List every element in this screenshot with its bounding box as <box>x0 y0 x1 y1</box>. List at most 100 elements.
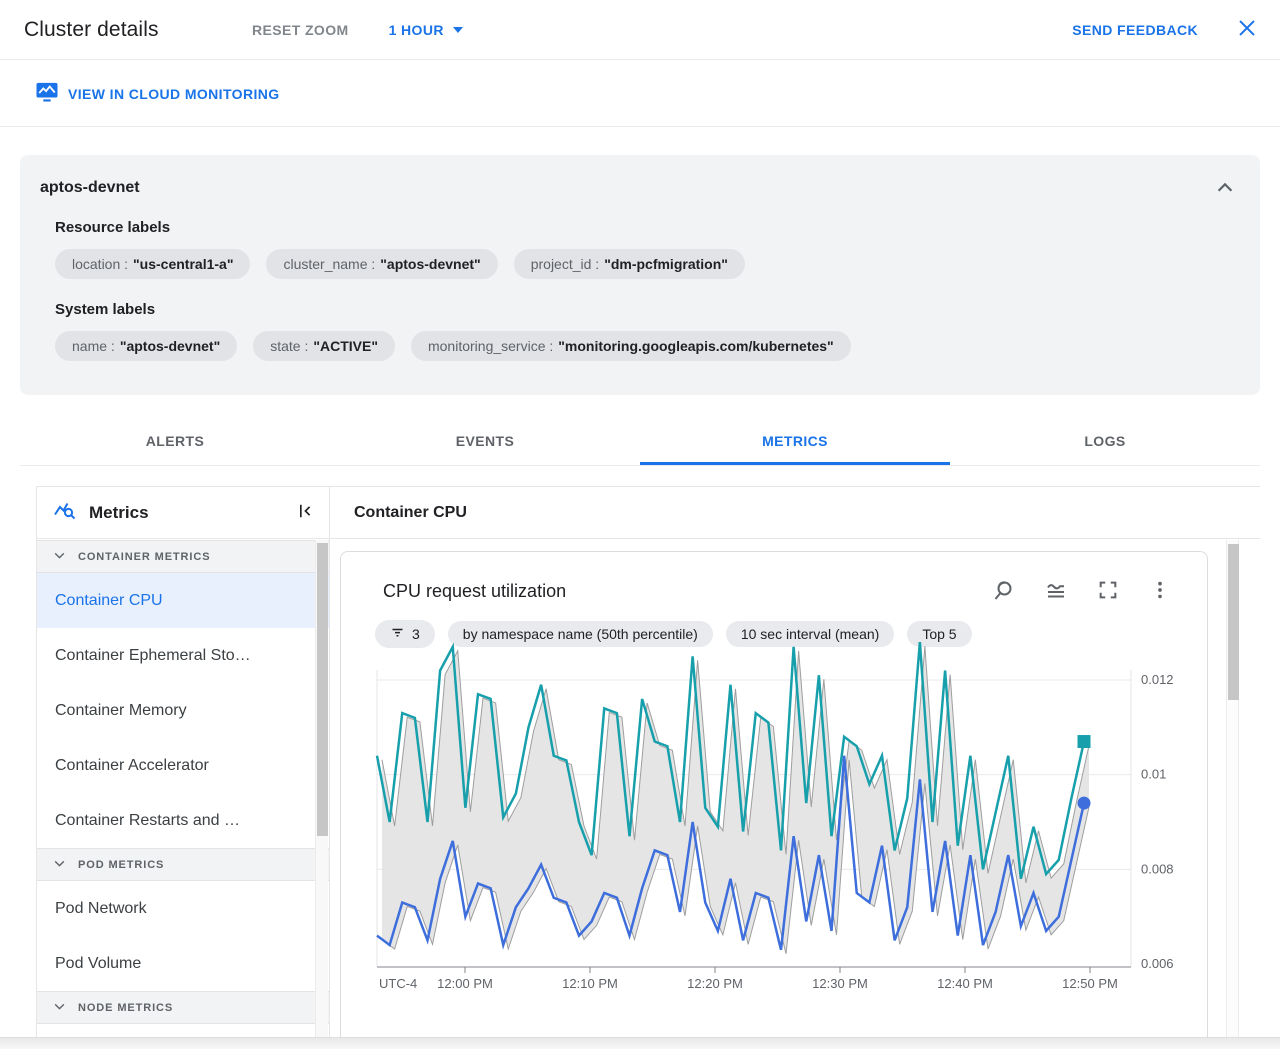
view-in-cloud-monitoring-link[interactable]: VIEW IN CLOUD MONITORING <box>36 82 280 106</box>
resource-labels-title: Resource labels <box>55 219 171 236</box>
chart-options-button[interactable] <box>1043 578 1069 604</box>
time-range-dropdown[interactable]: 1 HOUR <box>387 16 465 44</box>
chevron-down-icon <box>53 549 66 565</box>
metrics-search-icon <box>53 498 77 527</box>
chevron-down-icon <box>53 857 66 873</box>
label-key: location : <box>72 256 129 272</box>
chevron-down-icon <box>53 1000 66 1016</box>
label-value: "ACTIVE" <box>313 338 378 354</box>
main-scrollbar[interactable] <box>1226 540 1239 1037</box>
sidebar-item-container-restarts-and[interactable]: Container Restarts and … <box>37 793 329 848</box>
chevron-up-icon <box>1214 182 1236 202</box>
metrics-group-header[interactable]: POD METRICS <box>37 848 329 881</box>
cluster-details-dialog: Cluster details RESET ZOOM 1 HOUR SEND F… <box>0 0 1280 1049</box>
label-value: "aptos-devnet" <box>119 338 221 354</box>
metrics-content: Metrics CONTAINER METRICS Container CPU Co… <box>36 486 1260 1038</box>
tab-events[interactable]: EVENTS <box>330 420 640 465</box>
axis-tick-label: 0.006 <box>1141 956 1174 971</box>
dialog-header: Cluster details RESET ZOOM 1 HOUR SEND F… <box>0 0 1280 60</box>
chart-toolbar <box>991 578 1173 604</box>
label-chip: cluster_name : "aptos-devnet" <box>266 249 498 279</box>
axis-tick-label: 0.012 <box>1141 672 1174 687</box>
sidebar-item-pod-volume[interactable]: Pod Volume <box>37 936 329 991</box>
cpu-utilization-chart[interactable]: UTC-4 12:00 PM 12:10 PM 12:20 PM 12:30 PM 12:… <box>341 642 1209 992</box>
metrics-group-label: NODE METRICS <box>78 1001 174 1014</box>
zoom-reset-button[interactable] <box>991 578 1017 604</box>
detail-tabs: ALERTS EVENTS METRICS LOGS <box>20 420 1260 466</box>
caret-down-icon <box>452 26 463 33</box>
label-chip: name : "aptos-devnet" <box>55 331 238 361</box>
label-key: project_id : <box>530 256 600 272</box>
metrics-group-label: CONTAINER METRICS <box>78 550 211 563</box>
sidebar-header: Metrics <box>37 487 329 539</box>
sidebar-scrollbar[interactable] <box>315 540 328 1037</box>
metrics-group-header[interactable]: NODE METRICS <box>37 991 329 1024</box>
metrics-sidebar: Metrics CONTAINER METRICS Container CPU Co… <box>36 486 330 1037</box>
panel-collapse-button[interactable] <box>1214 177 1236 202</box>
label-chip: state : "ACTIVE" <box>253 331 395 361</box>
system-labels-title: System labels <box>55 301 156 318</box>
cluster-info-panel: aptos-devnet Resource labels location : "… <box>20 155 1260 395</box>
filter-icon <box>390 625 405 643</box>
axis-tick-label: 12:30 PM <box>812 976 868 991</box>
tab-alerts[interactable]: ALERTS <box>20 420 330 465</box>
close-button[interactable] <box>1234 17 1260 43</box>
axis-tick-label: 12:10 PM <box>562 976 618 991</box>
chart-options-icon <box>1044 578 1068 605</box>
window-bottom-edge <box>0 1037 1280 1049</box>
metric-detail-pane: Container CPU CPU request utilization 3 … <box>330 486 1260 1038</box>
view-in-cloud-monitoring-label: VIEW IN CLOUD MONITORING <box>68 85 280 102</box>
close-icon <box>1236 17 1258 42</box>
axis-tick-label: 12:40 PM <box>937 976 993 991</box>
monitoring-link-row: VIEW IN CLOUD MONITORING <box>0 61 1280 127</box>
chart-card: CPU request utilization 3 by namespace n… <box>340 551 1208 1038</box>
filter-count: 3 <box>412 626 420 642</box>
fullscreen-button[interactable] <box>1095 578 1121 604</box>
tab-logs[interactable]: LOGS <box>950 420 1260 465</box>
collapse-panel-icon <box>295 504 315 524</box>
system-labels-chips: name : "aptos-devnet" state : "ACTIVE" monit… <box>55 331 1240 361</box>
sidebar-title: Metrics <box>89 502 149 522</box>
label-key: state : <box>270 338 309 354</box>
axis-tick-label: 0.008 <box>1141 861 1174 876</box>
metrics-group-header[interactable]: CONTAINER METRICS <box>37 540 329 573</box>
chart-card-header: CPU request utilization <box>341 552 1207 604</box>
sidebar-item-container-accelerator[interactable]: Container Accelerator <box>37 738 329 793</box>
metrics-group-label: POD METRICS <box>78 858 165 871</box>
sidebar-item-container-cpu[interactable]: Container CPU <box>37 573 329 628</box>
sidebar-item-container-ephemeral-sto[interactable]: Container Ephemeral Sto… <box>37 628 329 683</box>
reset-zoom-button[interactable]: RESET ZOOM <box>250 16 351 44</box>
axis-tick-label: UTC-4 <box>379 976 417 991</box>
label-key: monitoring_service : <box>427 338 554 354</box>
axis-tick-label: 0.01 <box>1141 767 1166 782</box>
more-vert-icon <box>1149 579 1171 604</box>
label-key: cluster_name : <box>283 256 376 272</box>
main-scrollbar-thumb[interactable] <box>1228 544 1239 700</box>
time-range-label: 1 HOUR <box>388 21 444 38</box>
fullscreen-icon <box>1097 579 1119 604</box>
axis-tick-label: 12:20 PM <box>687 976 743 991</box>
label-value: "dm-pcfmigration" <box>604 256 728 272</box>
metric-section-title: Container CPU <box>330 487 1260 539</box>
resource-labels-chips: location : "us-central1-a" cluster_name : "… <box>55 249 1240 279</box>
series-end-marker-square <box>1077 735 1091 749</box>
send-feedback-button[interactable]: SEND FEEDBACK <box>1070 16 1200 44</box>
chart-title: CPU request utilization <box>383 580 567 601</box>
cluster-name: aptos-devnet <box>40 179 140 196</box>
sidebar-item-container-memory[interactable]: Container Memory <box>37 683 329 738</box>
label-chip: monitoring_service : "monitoring.googleap… <box>410 331 851 361</box>
sidebar-collapse-button[interactable] <box>295 501 315 524</box>
monitoring-chart-icon <box>36 82 58 106</box>
zoom-reset-icon <box>992 578 1016 605</box>
label-key: name : <box>72 338 115 354</box>
page-title: Cluster details <box>24 17 159 41</box>
more-options-button[interactable] <box>1147 578 1173 604</box>
series-end-marker-circle <box>1077 796 1091 810</box>
sidebar-item-pod-network[interactable]: Pod Network <box>37 881 329 936</box>
label-chip: location : "us-central1-a" <box>55 249 251 279</box>
axis-tick-label: 12:00 PM <box>437 976 493 991</box>
tab-metrics[interactable]: METRICS <box>640 420 950 465</box>
label-value: "us-central1-a" <box>133 256 234 272</box>
label-value: "aptos-devnet" <box>380 256 481 272</box>
sidebar-scrollbar-thumb[interactable] <box>317 543 328 836</box>
